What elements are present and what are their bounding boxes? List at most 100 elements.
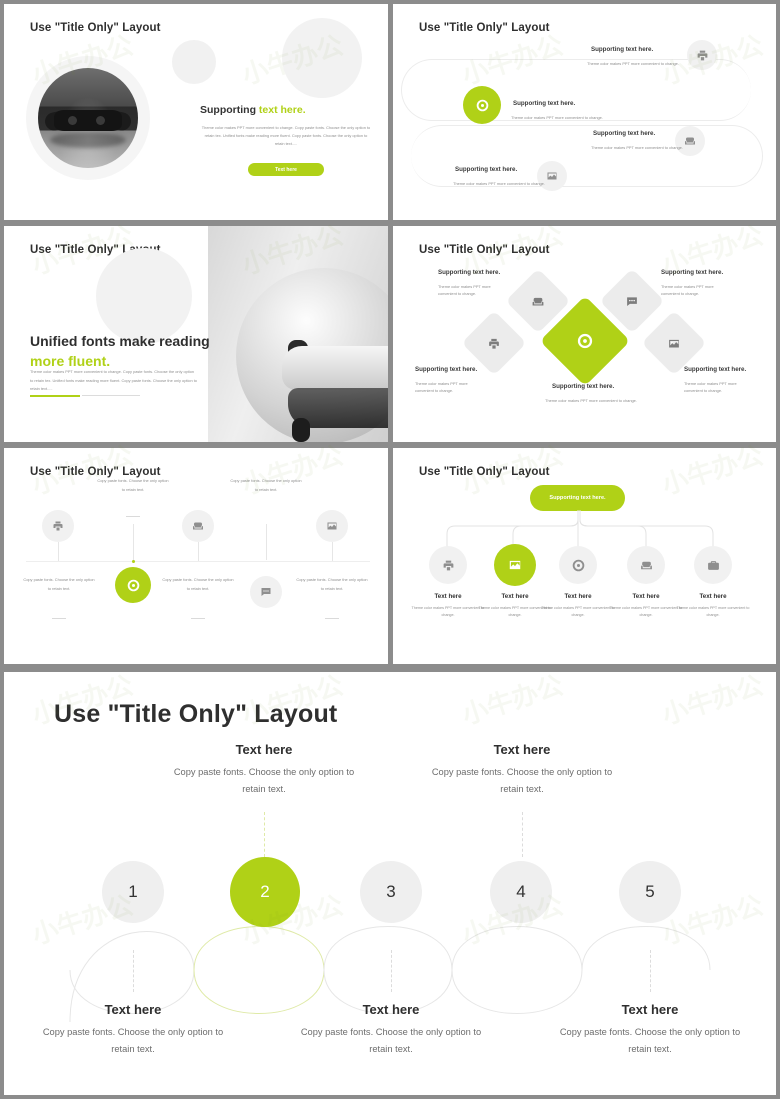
step-circle-1[interactable]: 1 <box>102 861 164 923</box>
record-icon <box>476 99 488 111</box>
sofa-icon <box>532 297 544 305</box>
item-body-top-right: Theme color makes PPT more convenient to… <box>661 284 714 297</box>
timeline-dash-3 <box>191 618 205 619</box>
leaf-node-3[interactable] <box>559 546 597 584</box>
step-circle-3[interactable]: 3 <box>360 861 422 923</box>
step-body-4: Copy paste fonts. Choose the only option… <box>431 767 613 795</box>
timeline-node-4[interactable] <box>250 576 282 608</box>
timeline-dash-2 <box>126 516 140 517</box>
item-body-4: Theme color makes PPT more convenient to… <box>453 181 545 186</box>
page-title: Use "Title Only" Layout <box>419 244 550 256</box>
slide-1[interactable]: Use "Title Only" Layout Supporting text … <box>4 4 388 220</box>
step-circle-2-highlight[interactable]: 2 <box>230 857 300 927</box>
item-body-top-left: Theme color makes PPT more convenient to… <box>438 284 491 297</box>
game-controller-photo <box>38 68 138 168</box>
item-body-2: Theme color makes PPT more convenient to… <box>511 115 603 120</box>
leaf-node-2-highlight[interactable] <box>494 544 536 586</box>
item-heading-1: Supporting text here. <box>591 46 654 53</box>
node-sofa[interactable] <box>675 126 705 156</box>
printer-icon <box>697 50 707 60</box>
step-body-5: Copy paste fonts. Choose the only option… <box>559 1027 741 1055</box>
timeline-stem-1 <box>58 542 59 561</box>
step-connector-3 <box>391 950 392 992</box>
timeline-node-3[interactable] <box>182 510 214 542</box>
decor-circle-large <box>282 18 362 98</box>
timeline-node-2-highlight[interactable] <box>115 567 151 603</box>
neutral-rule <box>82 395 140 396</box>
image-icon <box>327 522 337 530</box>
slide-7-large[interactable]: Use "Title Only" Layout Text here Copy p… <box>4 672 776 1095</box>
headline-line1: Unified fonts make reading <box>30 333 210 349</box>
supporting-heading: Supporting text here. <box>200 104 306 116</box>
item-body-left: Theme color makes PPT more convenient to… <box>415 381 468 394</box>
item-heading-center: Supporting text here. <box>552 383 615 390</box>
image-icon <box>509 560 521 570</box>
timeline-stem-5 <box>332 542 333 561</box>
step-label-3: Text here <box>362 1002 420 1017</box>
leaf-label-5: Text here <box>699 593 727 600</box>
photo-circle-mask <box>236 268 388 442</box>
slide-grid: Use "Title Only" Layout Supporting text … <box>0 0 780 670</box>
step-body-1: Copy paste fonts. Choose the only option… <box>42 1027 224 1055</box>
slide-4[interactable]: Use "Title Only" Layout Supporting text … <box>393 226 776 442</box>
record-icon <box>577 333 593 349</box>
slide-2[interactable]: Use "Title Only" Layout Supporting text … <box>393 4 776 220</box>
controller-stick-left <box>68 116 77 125</box>
timeline-body-3: Copy paste fonts. Choose the only option… <box>162 577 234 591</box>
timeline-dash-1 <box>52 618 66 619</box>
page-title: Use "Title Only" Layout <box>30 22 161 34</box>
step-circle-4[interactable]: 4 <box>490 861 552 923</box>
node-record-highlight[interactable] <box>463 86 501 124</box>
step-label-4: Text here <box>493 742 551 757</box>
step-connector-2 <box>264 812 265 857</box>
presentation-thumbnail-sheet: Use "Title Only" Layout Supporting text … <box>0 0 780 1099</box>
timeline-dash-5 <box>325 618 339 619</box>
step-label-2: Text here <box>235 742 293 757</box>
timeline-body-5: Copy paste fonts. Choose the only option… <box>296 577 368 591</box>
controller-body <box>282 346 388 390</box>
slide-6[interactable]: Use "Title Only" Layout Supporting text … <box>393 448 776 664</box>
slide-3[interactable]: Use "Title Only" Layout Unified fonts ma… <box>4 226 388 442</box>
controller-body <box>54 110 122 131</box>
printer-icon <box>53 521 63 531</box>
cta-button[interactable]: Text here <box>248 163 324 176</box>
item-heading-top-left: Supporting text here. <box>438 269 501 276</box>
item-heading-2: Supporting text here. <box>513 100 576 107</box>
slide-5[interactable]: Use "Title Only" Layout Copy paste fonts… <box>4 448 388 664</box>
headline: Unified fonts make reading more fluent. <box>30 331 210 372</box>
timeline-stem-4 <box>266 524 267 560</box>
item-heading-left: Supporting text here. <box>415 366 478 373</box>
item-body-1: Theme color makes PPT more convenient to… <box>587 61 679 66</box>
supporting-heading-dark: Supporting <box>200 104 256 116</box>
step-connector-4 <box>522 812 523 857</box>
chat-icon <box>261 588 271 596</box>
node-printer[interactable] <box>687 40 717 70</box>
decor-circle <box>96 248 192 344</box>
record-icon <box>572 559 584 571</box>
timeline-dot-2 <box>132 560 135 563</box>
step-circle-5[interactable]: 5 <box>619 861 681 923</box>
chat-icon <box>627 296 637 306</box>
timeline-node-1[interactable] <box>42 510 74 542</box>
leaf-node-1[interactable] <box>429 546 467 584</box>
timeline-stem-2 <box>133 524 134 560</box>
image-icon <box>669 339 679 347</box>
step-body-3: Copy paste fonts. Choose the only option… <box>300 1027 482 1055</box>
controller-stick-right <box>96 116 105 125</box>
leaf-node-4[interactable] <box>627 546 665 584</box>
item-body-3: Theme color makes PPT more convenient to… <box>591 145 683 150</box>
headline-body: Theme color makes PPT more convenient to… <box>30 369 197 392</box>
item-body-center: Theme color makes PPT more convenient to… <box>545 398 637 403</box>
path-track-lower <box>411 125 763 187</box>
supporting-body: Theme color makes PPT more convenient to… <box>201 125 371 147</box>
step-connector-1 <box>133 950 134 992</box>
item-heading-top-right: Supporting text here. <box>661 269 724 276</box>
timeline-node-5[interactable] <box>316 510 348 542</box>
printer-icon <box>489 338 499 348</box>
leaf-node-5[interactable] <box>694 546 732 584</box>
leaf-body-5: Theme color makes PPT more convenient to… <box>676 606 750 618</box>
supporting-heading-accent: text here. <box>258 104 306 116</box>
sofa-icon <box>193 522 203 530</box>
game-controller-photo <box>208 226 388 442</box>
step-label-5: Text here <box>621 1002 679 1017</box>
